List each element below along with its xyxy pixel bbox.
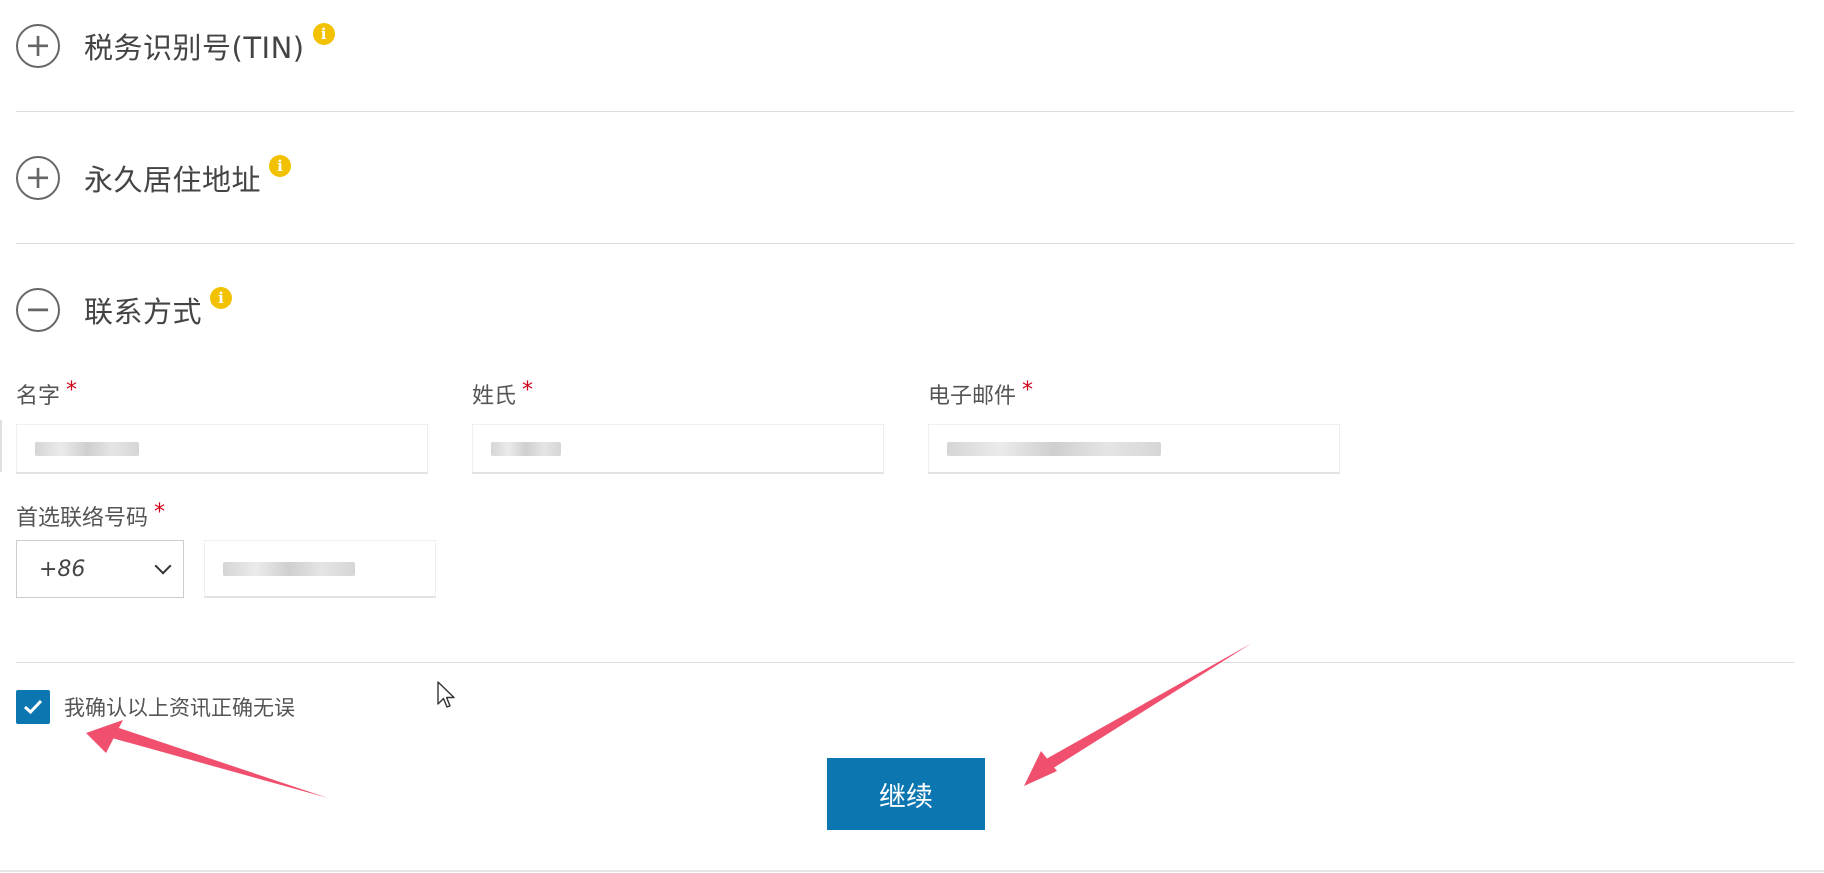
annotation-arrow-checkbox <box>86 720 328 798</box>
page: + 税务识别号(TIN) i + 永久居住地址 i − 联系方式 i 名字 * 姓… <box>0 0 1824 873</box>
annotation-arrow-continue <box>1024 643 1252 786</box>
annotation-arrows <box>86 643 1252 798</box>
bottom-divider <box>0 870 1824 872</box>
